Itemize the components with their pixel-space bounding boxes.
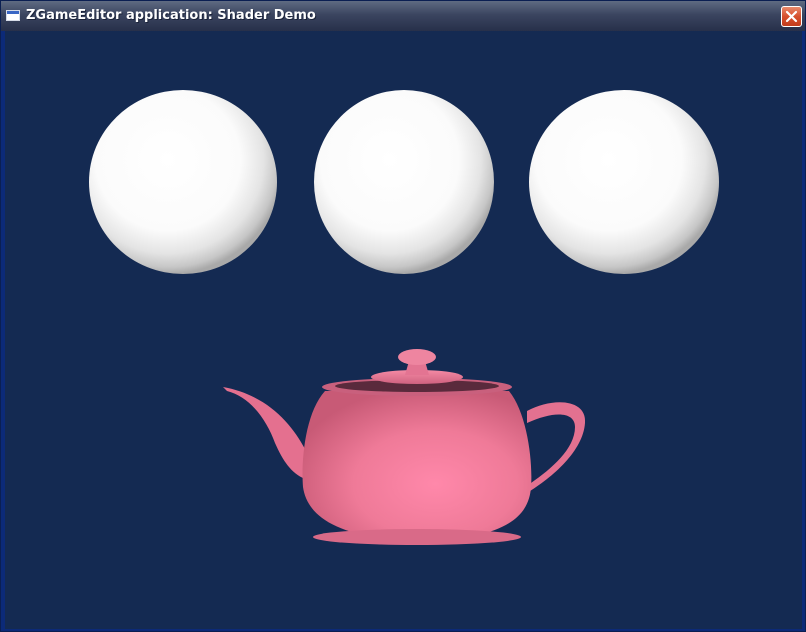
close-icon <box>785 10 798 23</box>
window-icon <box>6 10 20 21</box>
render-viewport[interactable] <box>5 31 802 629</box>
title-bar[interactable]: ZGameEditor application: Shader Demo <box>1 1 805 31</box>
sphere-middle <box>314 90 494 274</box>
application-window: ZGameEditor application: Shader Demo <box>0 0 806 632</box>
close-button[interactable] <box>781 6 802 27</box>
sphere-left <box>89 90 277 274</box>
teapot <box>223 349 586 545</box>
sphere-right <box>529 90 719 274</box>
window-title: ZGameEditor application: Shader Demo <box>26 8 316 23</box>
scene-canvas <box>89 90 719 545</box>
